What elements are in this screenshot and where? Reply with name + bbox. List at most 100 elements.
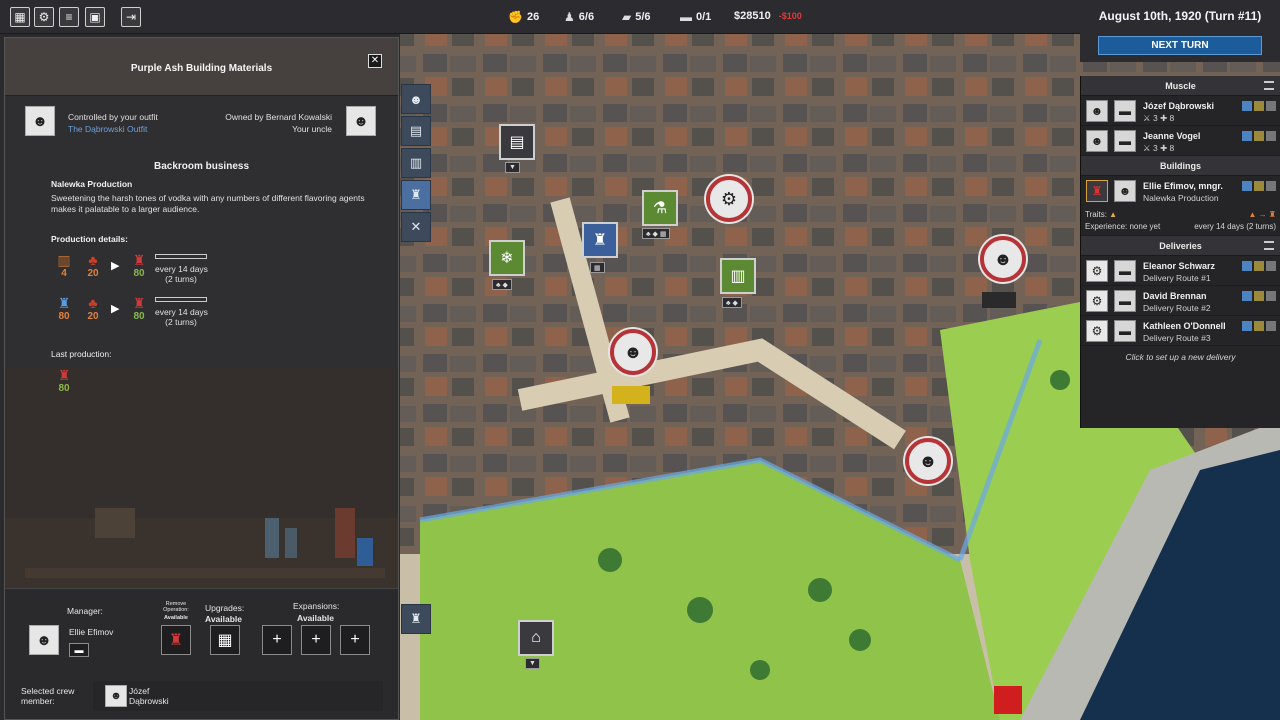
driver-name: Kathleen O'Donnell (1143, 321, 1226, 331)
driver-name: Eleanor Schwarz (1143, 261, 1216, 271)
crew-name: Jeanne Vogel (1143, 131, 1201, 141)
build-tab-bottle-icon[interactable]: ♜ (401, 180, 431, 210)
deliveries-header: Deliveries (1081, 236, 1280, 256)
remove-operation-button[interactable]: ♜ (161, 625, 191, 655)
build-tab-bricks-icon[interactable]: ▤ (401, 116, 431, 146)
map-marker-building-icon[interactable]: ⌂ (518, 620, 554, 656)
driver-name: David Brennan (1143, 291, 1207, 301)
map-marker-badge: ♣ ◆ (492, 279, 512, 290)
vehicle-avatar: ▬ (1114, 130, 1136, 152)
expansion-slot-1-button[interactable]: + (262, 625, 292, 655)
production-arrow-icon: ▲ → ♜ (1248, 210, 1276, 219)
crew-value: 6/6 (578, 11, 595, 23)
manager-name: Ellie Efimov, mngr. (1143, 181, 1223, 191)
menu-icon[interactable] (1264, 241, 1274, 250)
gear-icon: ⚙ (1086, 290, 1108, 312)
delivery-row[interactable]: ⚙ ▬ David Brennan Delivery Route #2 (1081, 286, 1280, 316)
selected-crew-name: Józef Dąbrowski (129, 686, 169, 706)
build-tab-crew-icon[interactable]: ☻ (401, 84, 431, 114)
building-status-icons (1242, 181, 1276, 191)
build-tab-map-icon[interactable]: ✕ (401, 212, 431, 242)
arrow-right-icon: ▶ (111, 260, 120, 272)
cherries-icon: ♣ 20 (87, 252, 99, 279)
vodka-bottle-icon: ♜ 80 (57, 295, 71, 322)
build-tab-misc-icon[interactable]: ♜ (401, 604, 431, 634)
muscle-title: Muscle (1165, 81, 1196, 91)
backroom-scene (5, 368, 398, 618)
exit-button[interactable]: ⇥ (121, 7, 141, 27)
arrow-right-icon: ▶ (111, 303, 120, 315)
gangs-button[interactable]: ⚙ (34, 7, 54, 27)
nalewka-bottle-icon: ♜ 80 (132, 295, 146, 322)
map-crew-marker-gangster-icon[interactable]: ☻ (980, 236, 1026, 282)
map-marker-badge: ♣ ◆ ▦ (642, 228, 671, 239)
expansion-slot-3-button[interactable]: + (340, 625, 370, 655)
current-date: August 10th, 1920 (Turn #11) (1098, 9, 1262, 23)
new-delivery-link[interactable]: Click to set up a new delivery (1081, 346, 1280, 362)
selected-crew-portrait[interactable]: ☻ (105, 685, 127, 707)
car-icon: ▬ (680, 10, 692, 24)
map-crew-marker-gangster-icon[interactable]: ☻ (905, 438, 951, 484)
owner-relation: Your uncle (292, 124, 332, 134)
cherries-icon: ♣ 20 (87, 295, 99, 322)
experience-label: Experience: none yet (1085, 222, 1161, 231)
delivery-route: Delivery Route #3 (1143, 333, 1211, 343)
crew-stat: ♟ 6/6 (564, 10, 594, 24)
traits-label: Traits: ▲ (1085, 210, 1118, 219)
muscle-row[interactable]: ☻ ▬ Jeanne Vogel ⚔ 3 ✚ 8 (1081, 126, 1280, 156)
manager-vehicle-icon[interactable]: ▬ (69, 643, 89, 657)
gear-icon: ⚙ (1086, 320, 1108, 342)
crew-status-icons (1242, 101, 1276, 111)
map-marker-bottle-icon[interactable]: ♜ (582, 222, 618, 258)
map-marker-crop-icon[interactable]: ▥ (720, 258, 756, 294)
crew-stats: ⚔ 3 ✚ 8 (1143, 113, 1175, 123)
building-row[interactable]: ♜ ☻ Ellie Efimov, mngr. Nalewka Producti… (1081, 176, 1280, 236)
selected-crew-label: Selected crew member: (21, 686, 75, 706)
map-marker-distillery-icon[interactable]: ⚗ (642, 190, 678, 226)
muscle-row[interactable]: ☻ ▬ Józef Dąbrowski ⚔ 3 ✚ 8 (1081, 96, 1280, 126)
upgrades-button[interactable]: ▦ (210, 625, 240, 655)
money-change: -$100 (778, 11, 802, 21)
manager-portrait[interactable]: ☻ (29, 625, 59, 655)
owner-portrait: ☻ (346, 106, 376, 136)
expansion-slot-2-button[interactable]: + (301, 625, 331, 655)
delivery-row[interactable]: ⚙ ▬ Eleanor Schwarz Delivery Route #1 (1081, 256, 1280, 286)
crew-status-icons (1242, 131, 1276, 141)
buildings-header: Buildings (1081, 156, 1280, 176)
files-button[interactable]: ▣ (85, 7, 105, 27)
panel-header: Purple Ash Building Materials ✕ (5, 38, 398, 96)
gear-icon: ⚙ (1086, 260, 1108, 282)
outfit-name-link[interactable]: The Dąbrowski Outfit (68, 124, 147, 134)
last-production-label: Last production: (51, 349, 112, 359)
truck-icon: ▬ (1114, 290, 1136, 312)
building-icon: ▰ (622, 10, 632, 24)
crew-avatar: ☻ (1086, 100, 1108, 122)
next-turn-button[interactable]: NEXT TURN (1098, 36, 1262, 55)
map-crew-marker-gangster-icon[interactable]: ☻ (610, 329, 656, 375)
expansions-state: Available (297, 613, 335, 623)
building-title: Purple Ash Building Materials (130, 63, 273, 74)
delivery-status-icons (1242, 291, 1276, 301)
menu-icon[interactable] (1264, 81, 1274, 90)
upgrades-state: Available (205, 614, 243, 624)
muscle-header: Muscle (1081, 76, 1280, 96)
barrel-icon: ▥ 4 (57, 252, 71, 279)
production-cycle: every 14 days (2 turns) (155, 264, 208, 284)
influence-value: 26 (526, 11, 540, 23)
production-progress-bar (155, 254, 207, 259)
map-marker-warehouse-icon[interactable]: ▤ (499, 124, 535, 160)
city-overview-button[interactable]: ▦ (10, 7, 30, 27)
building-business: Nalewka Production (1143, 193, 1219, 203)
manager-label: Manager: (67, 606, 103, 616)
build-tab-factory-icon[interactable]: ▥ (401, 148, 431, 178)
outfit-portrait: ☻ (25, 106, 55, 136)
money-value: $28510 (734, 10, 771, 22)
crew-name: Józef Dąbrowski (1143, 101, 1215, 111)
deliveries-title: Deliveries (1159, 241, 1202, 251)
ledger-button[interactable]: ≡ (59, 7, 79, 27)
truck-icon: ▬ (1114, 260, 1136, 282)
map-marker-snowflake-icon[interactable]: ❄ (489, 240, 525, 276)
map-crew-marker-gear-icon[interactable]: ⚙ (706, 176, 752, 222)
close-icon[interactable]: ✕ (368, 54, 382, 68)
delivery-row[interactable]: ⚙ ▬ Kathleen O'Donnell Delivery Route #3 (1081, 316, 1280, 346)
